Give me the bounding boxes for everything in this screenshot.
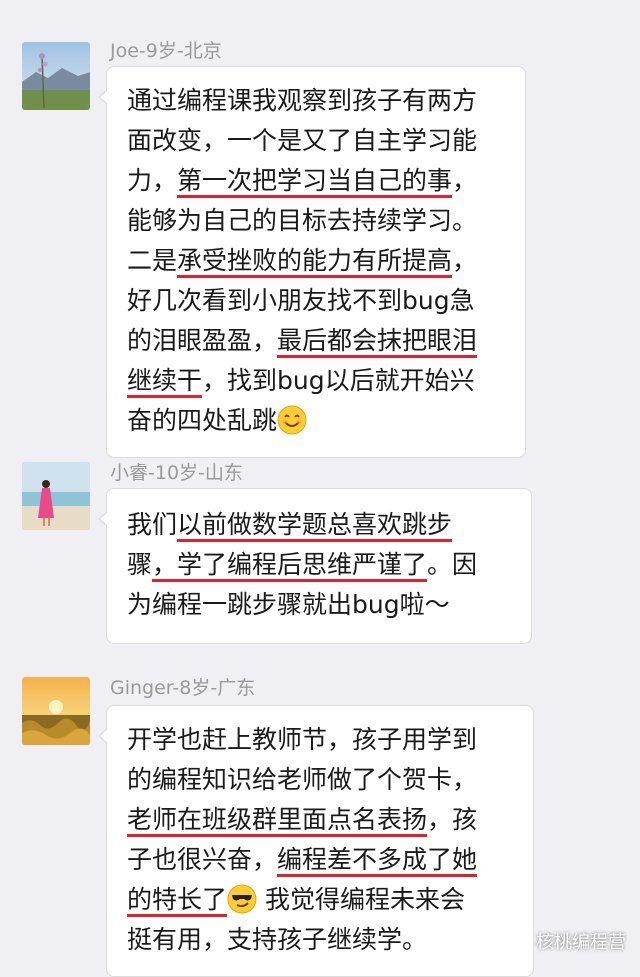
msg-line: 骤，学了编程后思维严谨了。因: [127, 545, 513, 585]
underlined-text: 继续干: [127, 366, 203, 395]
text-segment: ，孩: [427, 805, 478, 834]
msg-line: 的编程知识给老师做了个贺卡，: [127, 760, 515, 800]
text-segment: 能够为自己的目标去持续学习。: [127, 206, 478, 235]
underlined-text: 承受挫败的能力有所提高: [177, 246, 453, 275]
msg-line: 力，第一次把学习当自己的事，: [127, 161, 507, 201]
msg-line: 为编程一跳步骤就出bug啦～: [127, 585, 513, 625]
msg-line: 好几次看到小朋友找不到bug急: [127, 281, 507, 321]
text-segment: 奋的四处乱跳: [127, 406, 278, 435]
message-bubble[interactable]: 我们以前做数学题总喜欢跳步 骤，学了编程后思维严谨了。因 为编程一跳步骤就出bu…: [98, 488, 532, 644]
sunset-field-avatar-icon: [22, 677, 90, 745]
msg-line: 继续干，找到bug以后就开始兴: [127, 361, 507, 401]
underlined-text: ，学了编程后思维严谨了: [152, 550, 428, 579]
msg-line: 二是承受挫败的能力有所提高，: [127, 241, 507, 281]
text-segment: 开学也赶上教师节，孩子用学到: [127, 725, 478, 754]
msg-line: 能够为自己的目标去持续学习。: [127, 201, 507, 241]
msg-line: 子也很兴奋，编程差不多成了她: [127, 840, 515, 880]
text-segment: ，找到bug以后就开始兴: [202, 366, 475, 395]
avatar-xiaorui[interactable]: [22, 462, 90, 530]
text-segment: 子也很兴奋，: [127, 845, 278, 874]
watermark-label: 核桃编程营: [536, 932, 626, 953]
avatar-ginger[interactable]: [22, 677, 90, 745]
message-bubble[interactable]: 开学也赶上教师节，孩子用学到 的编程知识给老师做了个贺卡， 老师在班级群里面点名…: [98, 705, 534, 977]
text-segment: ，: [452, 166, 478, 195]
text-segment: 通过编程课我观察到孩子有两方: [127, 86, 478, 115]
text-segment: 的泪眼盈盈，: [127, 326, 278, 355]
text-segment: 挺有用，支持孩子继续学。: [127, 925, 428, 954]
text-segment: 骤: [127, 550, 153, 579]
sender-name: Joe-9岁-北京: [110, 40, 222, 62]
sunglasses-emoji-icon: [227, 884, 257, 914]
avatar-joe[interactable]: [22, 42, 90, 110]
underlined-text: 第一次把学习当自己的事: [177, 166, 453, 195]
msg-line: 的特长了 我觉得编程未来会: [127, 880, 515, 920]
text-segment: ，: [452, 246, 478, 275]
msg-line: 老师在班级群里面点名表扬，孩: [127, 800, 515, 840]
msg-line: 通过编程课我观察到孩子有两方: [127, 81, 507, 121]
text-segment: 好几次看到小朋友找不到bug急: [127, 286, 475, 315]
text-segment: 。因: [427, 550, 478, 579]
sender-name: 小睿-10岁-山东: [110, 462, 243, 484]
underlined-text: 老师在班级群里面点名表扬: [127, 805, 428, 834]
msg-line: 挺有用，支持孩子继续学。: [127, 920, 515, 960]
smiling-face-emoji-icon: [277, 405, 307, 435]
message-bubble[interactable]: 通过编程课我观察到孩子有两方 面改变，一个是又了自主学习能 力，第一次把学习当自…: [98, 66, 526, 458]
underlined-text: 以前做数学题总喜欢跳步: [177, 510, 453, 539]
girl-beach-avatar-icon: [22, 462, 90, 530]
wechat-icon: [504, 930, 530, 951]
text-segment: 的编程知识给老师做了个贺卡，: [127, 765, 478, 794]
msg-line: 面改变，一个是又了自主学习能: [127, 121, 507, 161]
msg-line: 奋的四处乱跳: [127, 401, 507, 441]
text-segment: 我觉得编程未来会: [257, 885, 465, 914]
underlined-text: 的特长了: [127, 885, 228, 914]
sender-name: Ginger-8岁-广东: [110, 677, 256, 699]
msg-line: 我们以前做数学题总喜欢跳步: [127, 505, 513, 545]
watermark: 核桃编程营: [504, 928, 626, 954]
msg-line: 的泪眼盈盈，最后都会抹把眼泪: [127, 321, 507, 361]
text-segment: 为编程一跳步骤就出bug啦～: [127, 590, 450, 619]
msg-line: 开学也赶上教师节，孩子用学到: [127, 720, 515, 760]
underlined-text: 最后都会抹把眼泪: [277, 326, 478, 355]
mountain-flower-avatar-icon: [22, 42, 90, 110]
text-segment: 二是: [127, 246, 178, 275]
text-segment: 我们: [127, 510, 178, 539]
text-segment: 面改变，一个是又了自主学习能: [127, 126, 478, 155]
text-segment: 力，: [127, 166, 178, 195]
underlined-text: 编程差不多成了她: [277, 845, 478, 874]
